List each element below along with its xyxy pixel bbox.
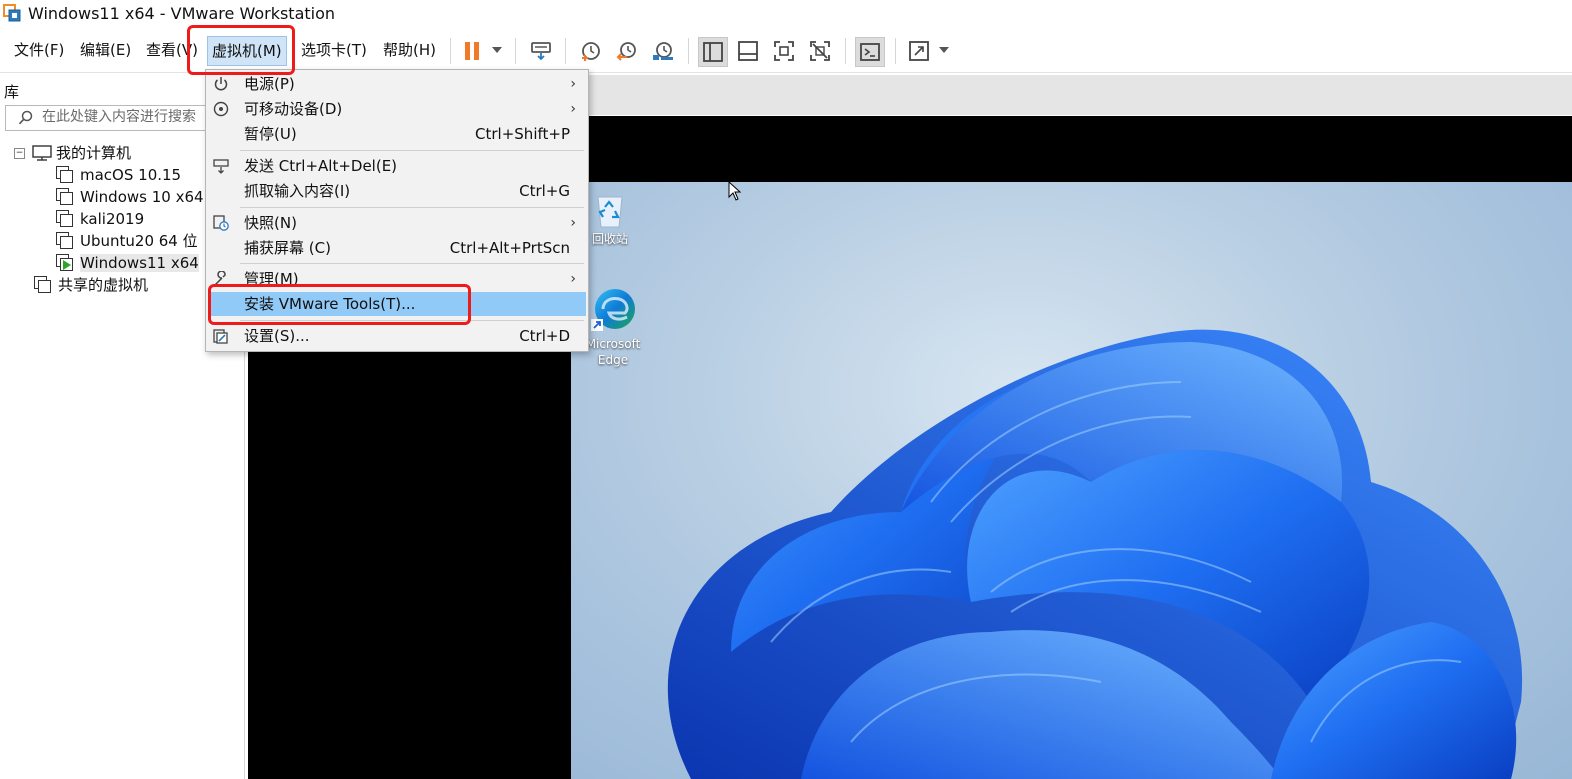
tree-vm-label: Windows11 x64 xyxy=(80,254,199,272)
menu-item-shortcut: Ctrl+G xyxy=(519,182,570,200)
tree-vm-kali[interactable]: kali2019 xyxy=(56,208,144,230)
vm-icon xyxy=(56,232,73,249)
snapshot-icon xyxy=(213,215,229,231)
mouse-cursor-icon xyxy=(728,181,742,201)
vm-icon xyxy=(56,166,73,183)
tree-vm-ubuntu[interactable]: Ubuntu20 64 位 xyxy=(56,230,198,252)
submenu-arrow-icon: › xyxy=(570,76,576,92)
desktop-icon-recycle-bin[interactable]: 回收站 xyxy=(589,193,631,247)
bloom-wallpaper xyxy=(667,329,1523,779)
snapshot-manager-icon[interactable] xyxy=(649,37,677,65)
tree-vm-label: macOS 10.15 xyxy=(80,166,182,184)
menu-item-shortcut: Ctrl+Alt+PrtScn xyxy=(449,239,570,257)
tree-vm-label: kali2019 xyxy=(80,210,145,228)
menu-item-label: 抓取输入内容(I) xyxy=(244,182,351,200)
vm-menu-settings[interactable]: 设置(S)... Ctrl+D xyxy=(208,324,586,348)
tree-collapse-toggle[interactable]: − xyxy=(14,148,25,159)
menu-item-shortcut: Ctrl+Shift+P xyxy=(475,125,570,143)
take-snapshot-icon[interactable] xyxy=(577,37,605,65)
menu-help[interactable]: 帮助(H) xyxy=(379,36,440,64)
menu-item-label: 设置(S)... xyxy=(244,327,310,345)
menu-item-label: 快照(N) xyxy=(244,214,297,232)
submenu-arrow-icon: › xyxy=(570,215,576,231)
removable-devices-icon xyxy=(213,101,229,117)
revert-snapshot-icon[interactable] xyxy=(613,37,641,65)
show-library-icon[interactable] xyxy=(698,37,728,67)
tree-vm-windows10[interactable]: Windows 10 x64 xyxy=(56,186,204,208)
toolbar-separator xyxy=(895,38,896,64)
desktop-icon-edge[interactable]: Microsoft Edge xyxy=(584,285,642,368)
dropdown-caret-icon[interactable] xyxy=(492,47,502,53)
tree-node-shared-vms[interactable]: 共享的虚拟机 xyxy=(34,274,148,296)
send-ctrl-alt-del-icon[interactable] xyxy=(527,37,555,65)
toolbar-separator xyxy=(515,38,516,64)
settings-icon xyxy=(213,329,228,344)
vm-running-icon xyxy=(56,254,73,271)
menu-item-label: 暂停(U) xyxy=(244,125,297,143)
search-icon xyxy=(18,110,33,125)
vmware-app-icon xyxy=(3,4,21,22)
vm-icon xyxy=(56,188,73,205)
vm-menu-snapshot[interactable]: 快照(N) › xyxy=(208,211,586,235)
toolbar-separator xyxy=(450,38,451,64)
menu-separator xyxy=(240,207,584,208)
tree-vm-label: Windows 10 x64 xyxy=(80,188,204,206)
submenu-arrow-icon: › xyxy=(570,101,576,117)
computer-icon xyxy=(32,145,52,161)
menu-item-label: 发送 Ctrl+Alt+Del(E) xyxy=(244,157,398,175)
menu-file[interactable]: 文件(F) xyxy=(10,36,68,64)
window-title: Windows11 x64 - VMware Workstation xyxy=(28,4,336,23)
tree-vm-macos[interactable]: macOS 10.15 xyxy=(56,164,181,186)
menu-item-label: 捕获屏幕 (C) xyxy=(244,239,331,257)
power-icon xyxy=(214,77,228,91)
show-thumbnail-bar-icon[interactable] xyxy=(734,37,762,65)
library-title: 库 xyxy=(4,83,20,101)
menu-item-label: 可移动设备(D) xyxy=(244,100,343,118)
tree-node-my-computer[interactable]: 我的计算机 xyxy=(32,142,131,164)
guest-desktop[interactable] xyxy=(571,182,1572,779)
vm-menu-send-ctrl-alt-del[interactable]: 发送 Ctrl+Alt+Del(E) xyxy=(208,154,586,178)
vm-icon xyxy=(56,210,73,227)
pause-icon[interactable] xyxy=(458,37,486,65)
shared-vm-icon xyxy=(34,276,51,293)
stretch-guest-icon[interactable] xyxy=(905,37,933,65)
vm-menu-capture-screen[interactable]: 捕获屏幕 (C) Ctrl+Alt+PrtScn xyxy=(208,236,586,260)
tree-node-label: 共享的虚拟机 xyxy=(58,276,149,294)
vm-menu-grab-input[interactable]: 抓取输入内容(I) Ctrl+G xyxy=(208,179,586,203)
vm-menu-pause[interactable]: 暂停(U) Ctrl+Shift+P xyxy=(208,122,586,146)
menu-separator xyxy=(240,263,584,264)
desktop-icon-label: 回收站 xyxy=(591,232,628,246)
menu-edit[interactable]: 编辑(E) xyxy=(76,36,135,64)
menu-separator xyxy=(240,150,584,151)
vm-menu-removable-devices[interactable]: 可移动设备(D) › xyxy=(208,97,586,121)
tree-node-label: 我的计算机 xyxy=(56,144,132,162)
console-view-icon[interactable] xyxy=(855,37,885,67)
annotation-highlight-vm-menu xyxy=(187,25,295,75)
dropdown-caret-icon[interactable] xyxy=(939,47,949,53)
title-bar: Windows11 x64 - VMware Workstation xyxy=(0,0,1572,28)
unity-icon[interactable] xyxy=(806,37,834,65)
vm-menu-power[interactable]: 电源(P) › xyxy=(208,72,586,96)
recycle-bin-icon xyxy=(597,196,623,228)
annotation-highlight-install-tools xyxy=(208,284,471,325)
full-screen-icon[interactable] xyxy=(770,37,798,65)
menu-item-label: 电源(P) xyxy=(244,75,295,93)
tree-vm-label: Ubuntu20 64 位 xyxy=(80,232,198,250)
edge-icon xyxy=(591,289,635,331)
toolbar-separator xyxy=(565,38,566,64)
menu-tabs[interactable]: 选项卡(T) xyxy=(297,36,371,64)
submenu-arrow-icon: › xyxy=(570,271,576,287)
menu-item-shortcut: Ctrl+D xyxy=(519,327,570,345)
tree-vm-windows11[interactable]: Windows11 x64 xyxy=(56,252,199,274)
toolbar-separator xyxy=(688,38,689,64)
toolbar-separator xyxy=(845,38,846,64)
desktop-icon-label: Microsoft Edge xyxy=(585,337,641,367)
send-keys-icon xyxy=(213,159,229,174)
